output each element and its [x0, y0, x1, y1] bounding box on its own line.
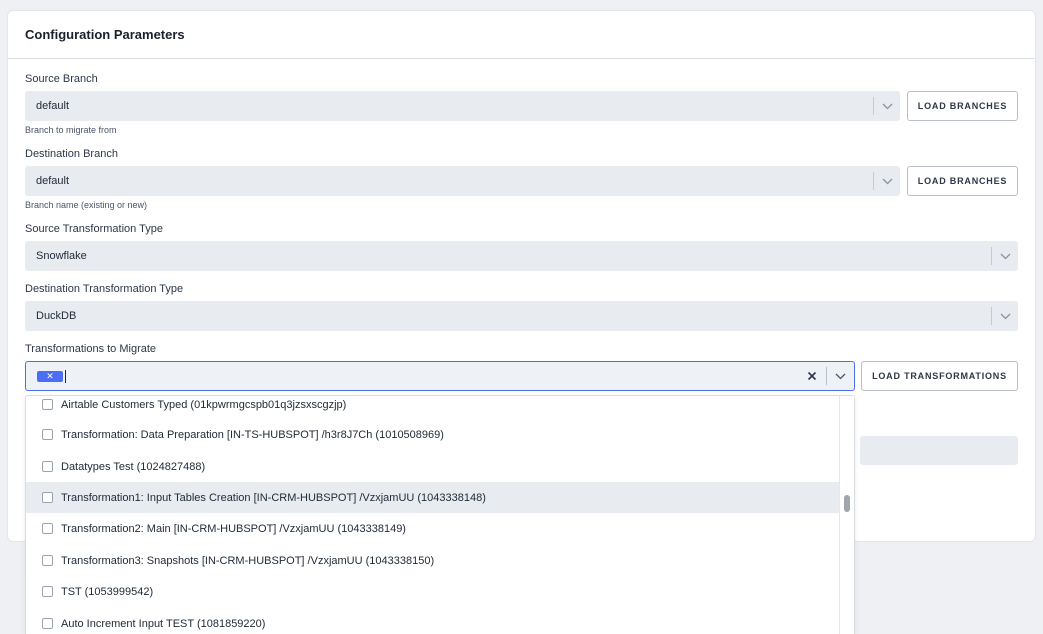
option-label: Transformation: Data Preparation [IN-TS-…	[61, 428, 444, 441]
option-label: Airtable Customers Typed (01kpwrmgcspb01…	[61, 398, 347, 411]
checkbox-icon[interactable]	[42, 461, 53, 472]
load-destination-branches-button[interactable]: LOAD BRANCHES	[907, 166, 1018, 196]
option-item-highlighted[interactable]: Transformation1: Input Tables Creation […	[26, 482, 841, 513]
selected-chip-remove[interactable]: ✕	[37, 370, 63, 382]
checkbox-icon[interactable]	[42, 399, 53, 410]
text-caret	[65, 369, 66, 383]
source-branch-select[interactable]: default	[25, 91, 900, 121]
option-item[interactable]: Transformation2: Main [IN-CRM-HUBSPOT] /…	[26, 513, 841, 544]
destination-branch-select[interactable]: default	[25, 166, 900, 196]
chevron-down-icon[interactable]	[827, 361, 854, 391]
destination-transformation-type-label: Destination Transformation Type	[25, 283, 184, 295]
chevron-down-icon[interactable]	[874, 166, 900, 196]
hidden-field	[860, 436, 1018, 465]
chevron-down-icon[interactable]	[992, 301, 1018, 331]
scrollbar-thumb[interactable]	[844, 495, 850, 512]
option-item[interactable]: Datatypes Test (1024827488)	[26, 451, 841, 482]
card-header: Configuration Parameters	[8, 11, 1035, 59]
source-transformation-type-value: Snowflake	[36, 250, 87, 262]
destination-transformation-type-value: DuckDB	[36, 310, 77, 322]
transformations-dropdown: Airtable Customers Typed (01kpwrmgcspb01…	[25, 395, 855, 634]
destination-branch-value: default	[36, 175, 70, 187]
chevron-down-icon[interactable]	[992, 241, 1018, 271]
source-branch-value: default	[36, 100, 70, 112]
source-transformation-type-select[interactable]: Snowflake	[25, 241, 1018, 271]
transformations-label: Transformations to Migrate	[25, 343, 157, 355]
source-branch-label: Source Branch	[25, 73, 98, 85]
option-item[interactable]: Transformation3: Snapshots [IN-CRM-HUBSP…	[26, 545, 841, 576]
transformations-multiselect[interactable]: ✕	[25, 361, 855, 391]
checkbox-icon[interactable]	[42, 555, 53, 566]
option-label: Datatypes Test (1024827488)	[61, 460, 206, 473]
option-label: Transformation2: Main [IN-CRM-HUBSPOT] /…	[61, 522, 406, 535]
option-label: TST (1053999542)	[61, 585, 154, 598]
load-branches-button[interactable]: LOAD BRANCHES	[907, 91, 1018, 121]
page-title: Configuration Parameters	[25, 27, 185, 42]
option-item[interactable]: TST (1053999542)	[26, 576, 841, 607]
destination-transformation-type-select[interactable]: DuckDB	[25, 301, 1018, 331]
checkbox-icon[interactable]	[42, 586, 53, 597]
option-item[interactable]: Transformation: Data Preparation [IN-TS-…	[26, 419, 841, 450]
source-transformation-type-label: Source Transformation Type	[25, 223, 163, 235]
source-branch-hint: Branch to migrate from	[25, 125, 117, 135]
option-item[interactable]: Auto Increment Input TEST (1081859220)	[26, 608, 841, 634]
destination-branch-hint: Branch name (existing or new)	[25, 200, 148, 210]
chevron-down-icon[interactable]	[874, 91, 900, 121]
load-transformations-button[interactable]: LOAD TRANSFORMATIONS	[861, 361, 1018, 391]
checkbox-icon[interactable]	[42, 429, 53, 440]
dropdown-scrollbar[interactable]	[839, 396, 854, 634]
option-label: Transformation1: Input Tables Creation […	[61, 491, 486, 504]
destination-branch-label: Destination Branch	[25, 148, 118, 160]
option-label: Auto Increment Input TEST (1081859220)	[61, 617, 266, 630]
close-icon[interactable]	[798, 361, 826, 391]
checkbox-icon[interactable]	[42, 618, 53, 629]
checkbox-icon[interactable]	[42, 523, 53, 534]
option-label: Transformation3: Snapshots [IN-CRM-HUBSP…	[61, 554, 435, 567]
checkbox-icon[interactable]	[42, 492, 53, 503]
option-item[interactable]: Airtable Customers Typed (01kpwrmgcspb01…	[26, 396, 841, 420]
